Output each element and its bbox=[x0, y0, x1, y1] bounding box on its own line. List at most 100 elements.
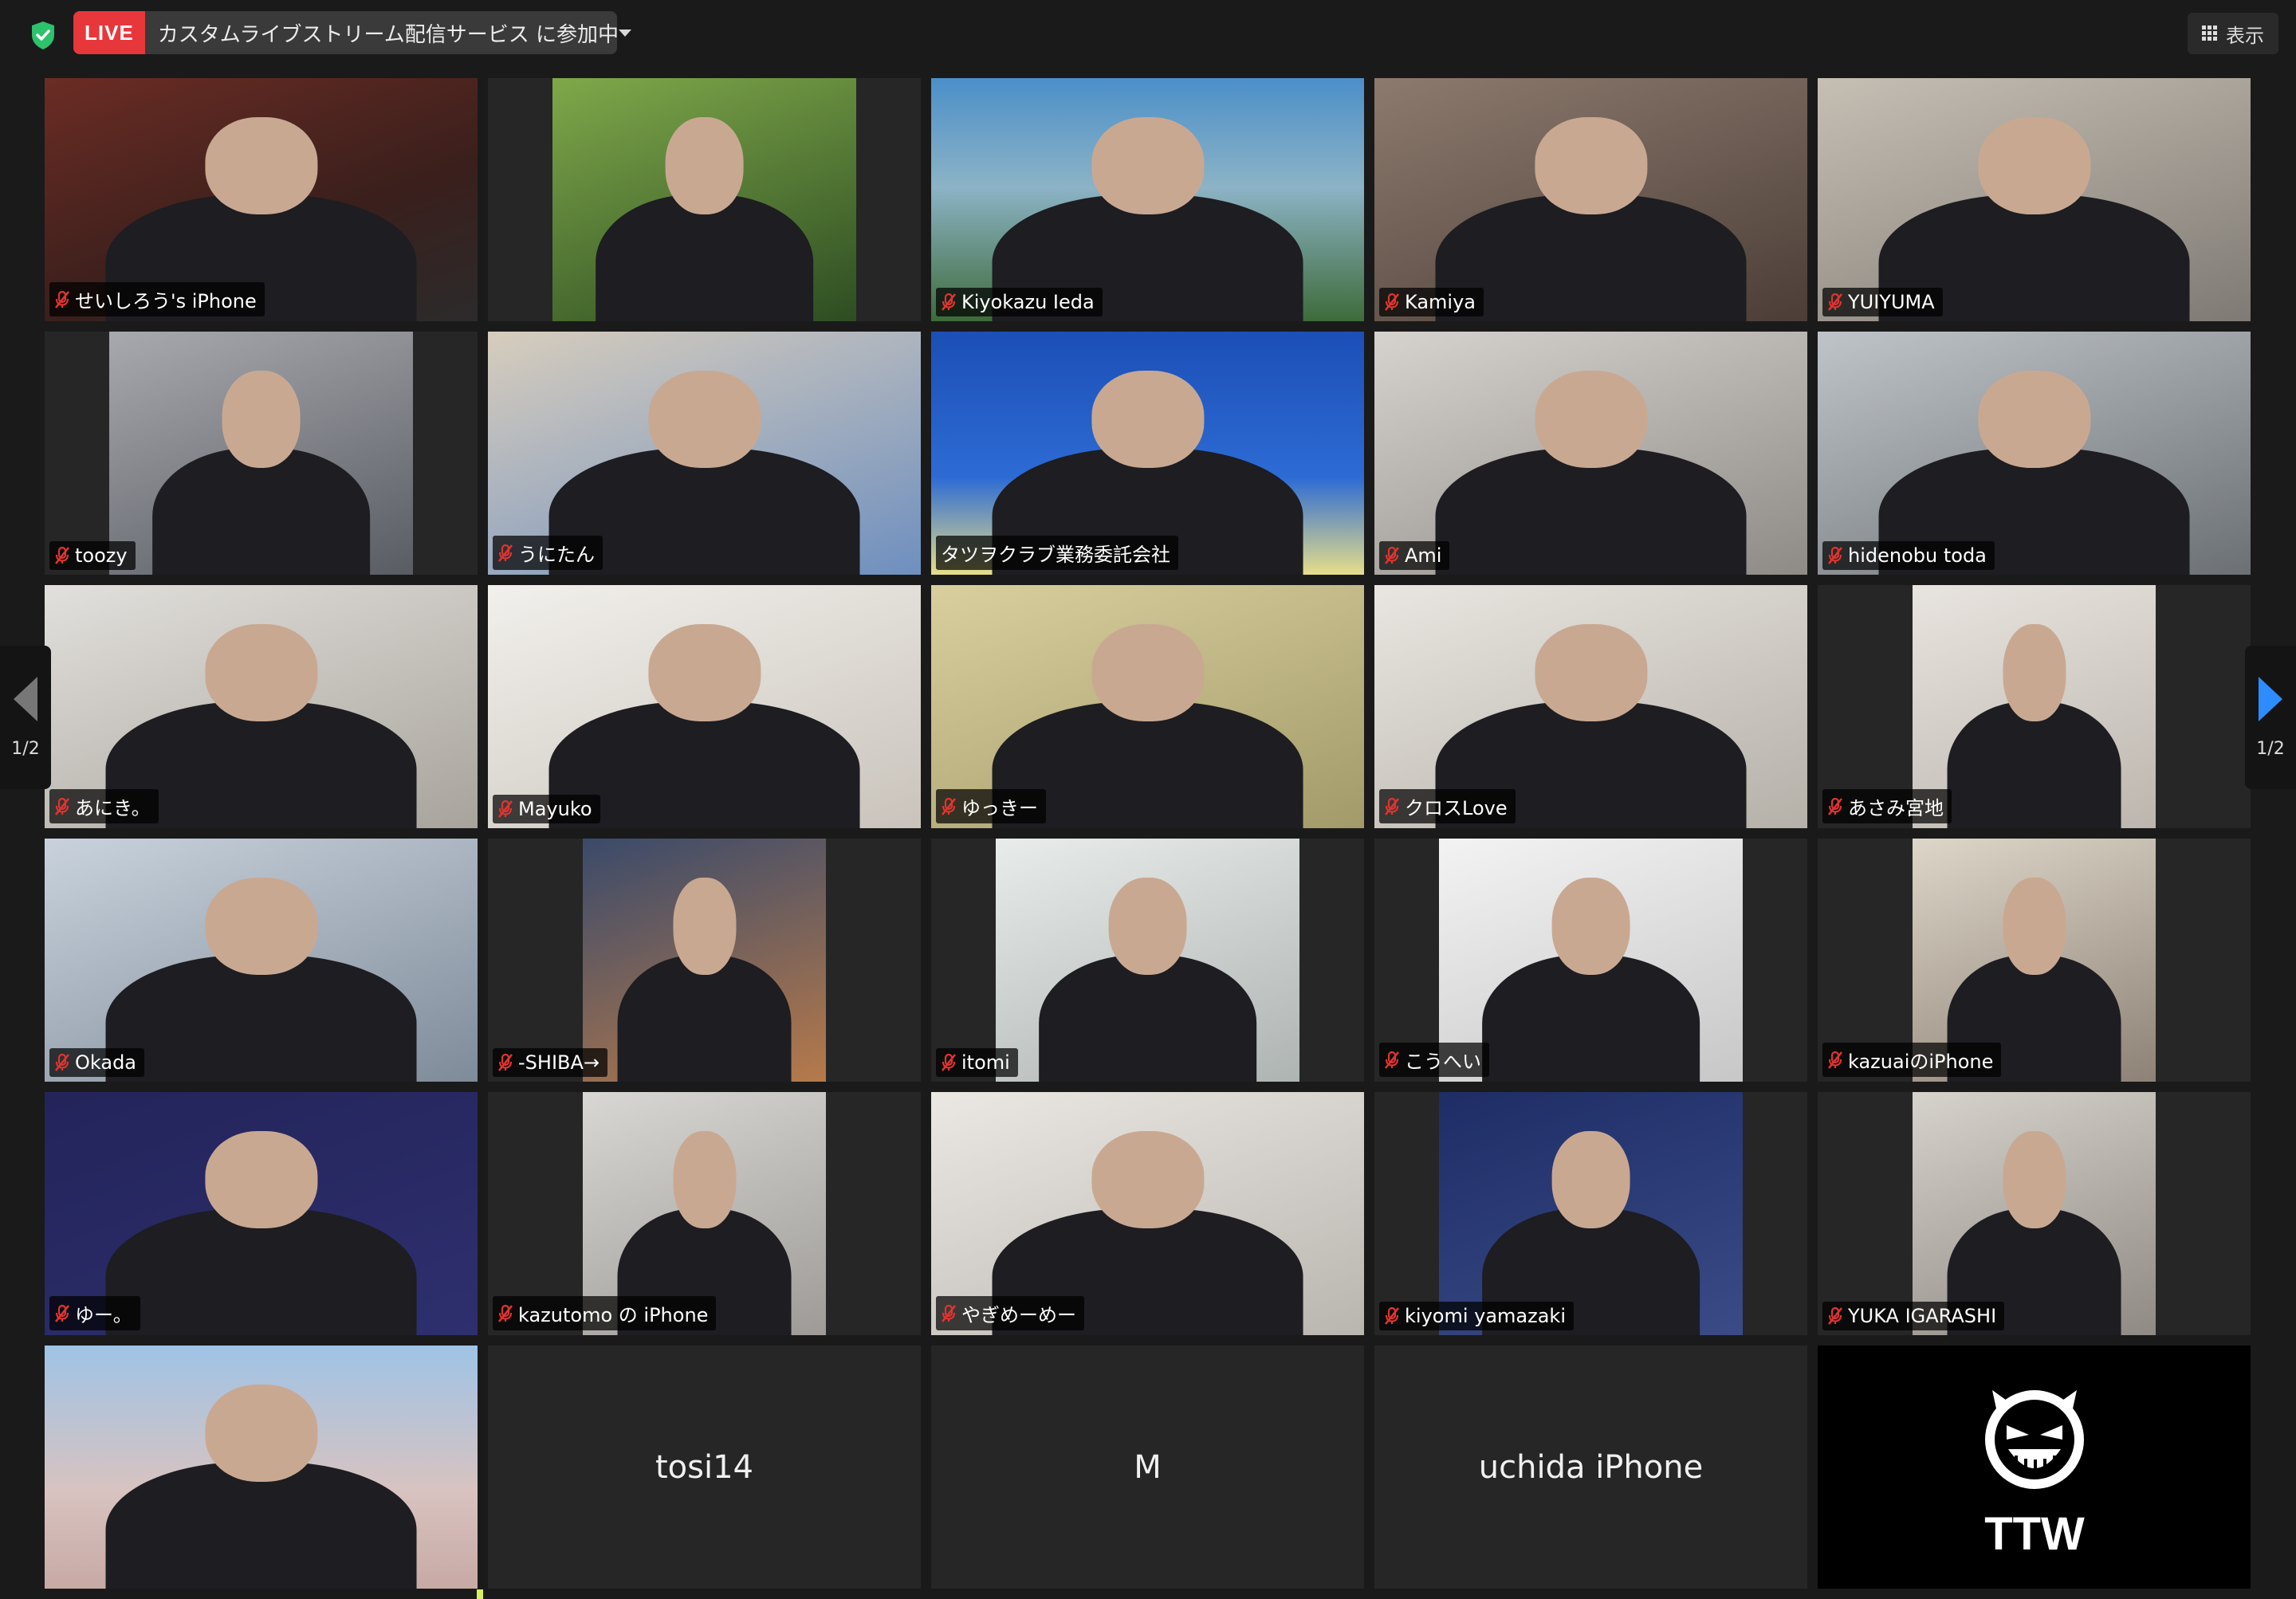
participant-tile[interactable]: うにたん bbox=[488, 332, 921, 575]
participant-video bbox=[109, 332, 413, 575]
microphone-muted-icon bbox=[941, 797, 957, 815]
participant-video bbox=[1818, 332, 2251, 575]
participant-name-label: タツヲクラブ業務委託会社 bbox=[936, 536, 1178, 570]
participant-name-label: YUKA IGARASHI bbox=[1822, 1302, 2005, 1330]
participant-head bbox=[204, 623, 318, 721]
participant-tile[interactable]: Okada bbox=[45, 839, 478, 1082]
participant-head bbox=[1091, 370, 1205, 468]
participant-head bbox=[1534, 116, 1648, 214]
participant-tile[interactable]: YUKA IGARASHI bbox=[1818, 1092, 2251, 1335]
participant-tile[interactable]: kazutomo の iPhone bbox=[488, 1092, 921, 1335]
participant-head bbox=[1534, 370, 1648, 468]
participant-name: Mayuko bbox=[518, 798, 592, 820]
participant-tile[interactable]: クロスLove bbox=[1374, 585, 1807, 828]
participant-tile[interactable]: M bbox=[931, 1346, 1364, 1589]
participant-video bbox=[583, 839, 826, 1082]
participant-tile[interactable]: こうへい bbox=[1374, 839, 1807, 1082]
meeting-topbar: LIVE カスタムライブストリーム配信サービス に参加中 表示 bbox=[0, 0, 2296, 69]
participant-name: toozy bbox=[75, 544, 128, 567]
participant-name-label: Mayuko bbox=[493, 795, 600, 823]
ttw-logo-avatar: TTW bbox=[1984, 1389, 2085, 1559]
participant-name: Ami bbox=[1405, 544, 1442, 567]
participant-tile[interactable]: toozy bbox=[45, 332, 478, 575]
participant-name: せいしろう's iPhone bbox=[75, 290, 257, 312]
participant-tile[interactable]: uchida iPhone bbox=[1374, 1346, 1807, 1589]
participant-name-label: hidenobu toda bbox=[1822, 541, 1995, 570]
participant-tile[interactable]: ゆー。 bbox=[45, 1092, 478, 1335]
participant-tile[interactable]: あさみ宮地 bbox=[1818, 585, 2251, 828]
participant-head bbox=[647, 623, 761, 721]
participant-tile[interactable]: タツヲクラブ業務委託会社 bbox=[931, 332, 1364, 575]
participant-name-center: M bbox=[1134, 1448, 1162, 1486]
participant-tile[interactable]: -SHIBA→ bbox=[488, 839, 921, 1082]
participant-head bbox=[2002, 877, 2066, 975]
participant-name: うにたん bbox=[518, 544, 595, 566]
participant-name: kiyomi yamazaki bbox=[1405, 1305, 1566, 1327]
participant-name: YUIYUMA bbox=[1848, 291, 1935, 313]
participant-tile[interactable]: せいしろう's iPhone bbox=[45, 78, 478, 321]
participant-tile[interactable]: Ami bbox=[1374, 332, 1807, 575]
svg-text:TTW: TTW bbox=[1984, 1508, 2085, 1559]
participant-name: クロスLove bbox=[1405, 797, 1508, 819]
participant-tile[interactable]: Mayuko bbox=[488, 585, 921, 828]
participant-tile[interactable]: Kiyokazu Ieda bbox=[931, 78, 1364, 321]
chevron-down-icon bbox=[618, 29, 631, 37]
participant-name-label: kazuaiのiPhone bbox=[1822, 1043, 2002, 1077]
participant-tile[interactable] bbox=[45, 1346, 478, 1589]
participant-name-label: ゆっきー bbox=[936, 789, 1046, 823]
participant-tile[interactable]: kiyomi yamazaki bbox=[1374, 1092, 1807, 1335]
participant-name: hidenobu toda bbox=[1848, 544, 1987, 567]
microphone-muted-icon bbox=[941, 1304, 957, 1322]
participant-name: kazutomo の iPhone bbox=[518, 1304, 709, 1326]
participant-tile[interactable]: hidenobu toda bbox=[1818, 332, 2251, 575]
participant-name-label: やぎめーめー bbox=[936, 1296, 1084, 1330]
participant-tile[interactable]: あにき。 bbox=[45, 585, 478, 828]
participant-tile[interactable]: kazuaiのiPhone bbox=[1818, 839, 2251, 1082]
participant-tile[interactable]: やぎめーめー bbox=[931, 1092, 1364, 1335]
participant-name: Kiyokazu Ieda bbox=[961, 291, 1095, 313]
participant-tile[interactable]: itomi bbox=[931, 839, 1364, 1082]
participant-tile[interactable]: Kamiya bbox=[1374, 78, 1807, 321]
participant-video bbox=[1913, 1092, 2156, 1335]
previous-page-button[interactable]: 1/2 bbox=[0, 646, 51, 789]
microphone-muted-icon bbox=[54, 546, 70, 564]
participant-name-label: うにたん bbox=[493, 536, 603, 570]
participant-head bbox=[2002, 623, 2066, 721]
microphone-muted-icon bbox=[1384, 797, 1400, 815]
microphone-muted-icon bbox=[1827, 1051, 1843, 1069]
participant-head bbox=[1977, 370, 2091, 468]
participant-tile[interactable]: YUIYUMA bbox=[1818, 78, 2251, 321]
microphone-muted-icon bbox=[54, 290, 70, 308]
participant-head bbox=[665, 116, 744, 214]
live-stream-dropdown[interactable]: LIVE カスタムライブストリーム配信サービス に参加中 bbox=[73, 11, 631, 54]
participant-name: やぎめーめー bbox=[961, 1304, 1076, 1326]
participant-video bbox=[1439, 1092, 1743, 1335]
participant-name-label: Kamiya bbox=[1379, 288, 1484, 316]
participant-name-label: Kiyokazu Ieda bbox=[936, 288, 1103, 316]
participant-tile[interactable]: tosi14 bbox=[488, 1346, 921, 1589]
participant-head bbox=[1551, 1130, 1630, 1228]
participant-video bbox=[996, 839, 1299, 1082]
participant-name: -SHIBA→ bbox=[518, 1051, 600, 1074]
participant-name: こうへい bbox=[1405, 1051, 1481, 1073]
participant-tile[interactable]: ゆっきー bbox=[931, 585, 1364, 828]
participant-name-center: tosi14 bbox=[655, 1448, 753, 1486]
microphone-muted-icon bbox=[1827, 1306, 1843, 1325]
security-shield-icon[interactable] bbox=[27, 19, 59, 51]
participant-head bbox=[647, 370, 761, 468]
participant-name-label: -SHIBA→ bbox=[493, 1048, 608, 1077]
next-page-button[interactable]: 1/2 bbox=[2245, 646, 2296, 789]
participant-name-label: ゆー。 bbox=[49, 1296, 140, 1330]
participant-video bbox=[488, 585, 921, 828]
participant-tile[interactable] bbox=[488, 78, 921, 321]
participant-head bbox=[1091, 623, 1205, 721]
microphone-muted-icon bbox=[1384, 1306, 1400, 1325]
page-indicator: 1/2 bbox=[2256, 738, 2285, 759]
participant-name: kazuaiのiPhone bbox=[1848, 1051, 1994, 1073]
microphone-muted-icon bbox=[1384, 546, 1400, 564]
view-button[interactable]: 表示 bbox=[2188, 13, 2278, 54]
participant-tile[interactable]: TTW bbox=[1818, 1346, 2251, 1589]
microphone-muted-icon bbox=[54, 1053, 70, 1071]
microphone-muted-icon bbox=[54, 1304, 70, 1322]
microphone-muted-icon bbox=[54, 797, 70, 815]
